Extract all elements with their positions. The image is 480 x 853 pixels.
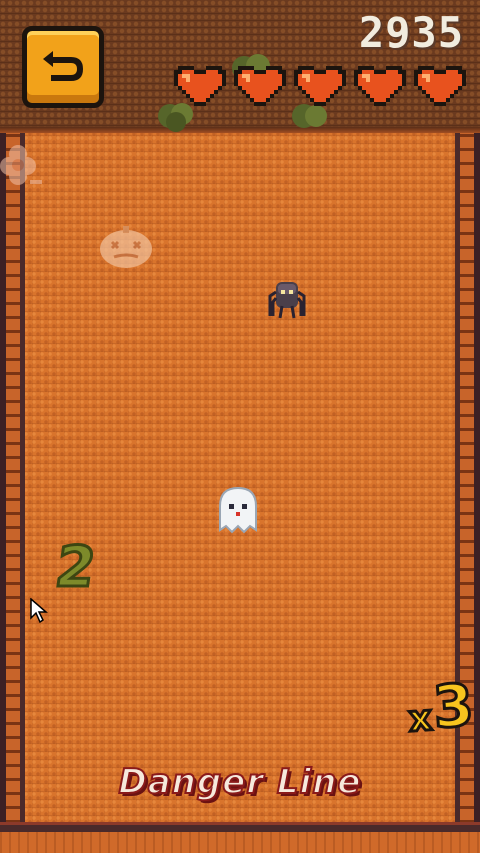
danger-line-label: Danger Line <box>118 761 362 803</box>
ghost-sprite[interactable] <box>214 484 262 536</box>
game-stage[interactable]: 2935 2 x 3 Danger Line <box>0 0 480 853</box>
spider-sprite[interactable] <box>268 276 306 320</box>
bottom-band <box>0 832 480 853</box>
multiplier-prefix: x <box>406 696 435 742</box>
combo-multiplier: x 3 <box>406 669 478 743</box>
score-counter: 2935 <box>358 8 464 57</box>
cursor-icon <box>30 598 48 624</box>
heart-icon <box>294 66 346 106</box>
back-arrow-icon <box>43 51 83 81</box>
heart-icon <box>174 66 226 106</box>
heart-icon <box>354 66 406 106</box>
heart-icon <box>414 66 466 106</box>
multiplier-value: 3 <box>430 669 478 743</box>
number-pickup[interactable]: 2 <box>50 534 101 602</box>
flower-sprite <box>0 145 42 185</box>
left-wall <box>0 133 25 823</box>
pumpkin-sprite <box>100 226 152 268</box>
heart-icon <box>234 66 286 106</box>
lives-bar <box>174 62 466 110</box>
back-button[interactable] <box>22 26 104 108</box>
